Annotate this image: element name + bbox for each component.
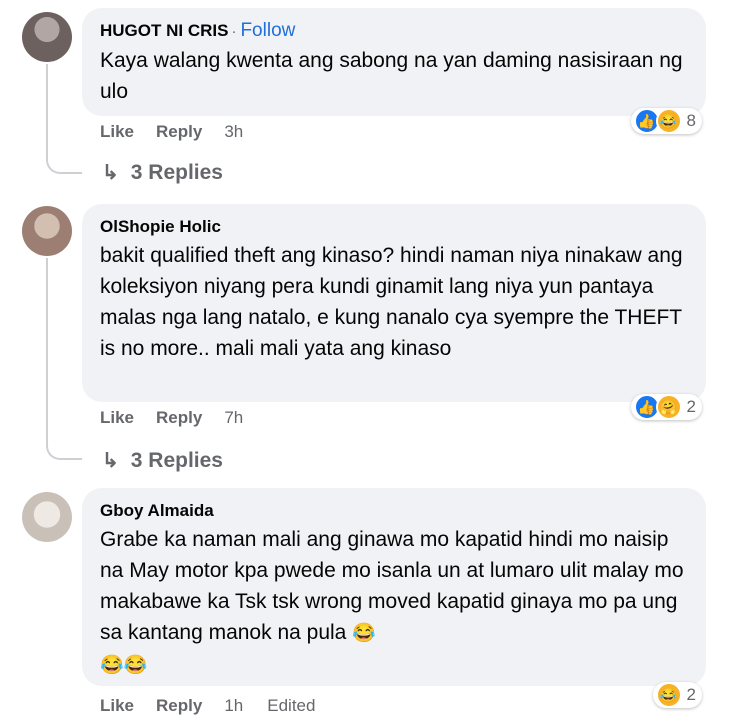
replies-label: 3 Replies: [130, 448, 223, 472]
like-button[interactable]: Like: [100, 408, 134, 428]
comment-author[interactable]: OlShopie Holic: [100, 216, 686, 238]
like-button[interactable]: Like: [100, 696, 134, 716]
like-button[interactable]: Like: [100, 122, 134, 142]
comment-bubble: Gboy Almaida Grabe ka naman mali ang gin…: [82, 488, 706, 686]
comment-actions: Like Reply 1h Edited: [100, 696, 339, 716]
comment-text: bakit qualified theft ang kinaso? hindi …: [100, 244, 683, 360]
avatar[interactable]: [22, 492, 72, 542]
comment-author[interactable]: HUGOT NI CRIS: [100, 21, 228, 40]
reaction-summary[interactable]: 😂 2: [652, 682, 702, 708]
replies-label: 3 Replies: [130, 160, 223, 184]
avatar[interactable]: [22, 12, 72, 62]
comment-text: Kaya walang kwenta ang sabong na yan dam…: [100, 49, 683, 103]
edited-label[interactable]: Edited: [267, 696, 315, 716]
comment-actions: Like Reply 3h: [100, 122, 267, 142]
reply-button[interactable]: Reply: [156, 408, 202, 428]
thread-line: [46, 258, 48, 444]
comment-author[interactable]: Gboy Almaida: [100, 500, 686, 522]
reaction-count: 8: [686, 111, 696, 130]
reaction-count: 2: [686, 685, 696, 704]
laughing-emoji-icon: 😂: [352, 623, 376, 644]
laughing-emoji-icon: 😂😂: [100, 655, 148, 676]
view-replies-button[interactable]: ↳ 3 Replies: [102, 448, 223, 473]
avatar[interactable]: [22, 206, 72, 256]
reply-button[interactable]: Reply: [156, 122, 202, 142]
comment-actions: Like Reply 7h: [100, 408, 267, 428]
timestamp[interactable]: 1h: [224, 696, 243, 716]
timestamp[interactable]: 3h: [224, 122, 243, 142]
thread-curve: [46, 442, 82, 460]
haha-reaction-icon: 😂: [655, 682, 682, 708]
comment-bubble: OlShopie Holic bakit qualified theft ang…: [82, 204, 706, 402]
care-reaction-icon: 🤗: [655, 394, 682, 420]
view-replies-button[interactable]: ↳ 3 Replies: [102, 160, 223, 185]
separator: ·: [231, 23, 237, 40]
comment-text: Grabe ka naman mali ang ginawa mo kapati…: [100, 524, 686, 681]
reply-arrow-icon: ↳: [102, 162, 119, 184]
follow-button[interactable]: Follow: [240, 20, 295, 41]
haha-reaction-icon: 😂: [655, 108, 682, 134]
reaction-summary[interactable]: 👍 🤗 2: [630, 394, 702, 420]
reaction-summary[interactable]: 👍 😂 8: [630, 108, 702, 134]
timestamp[interactable]: 7h: [224, 408, 243, 428]
thread-curve: [46, 156, 82, 174]
reply-button[interactable]: Reply: [156, 696, 202, 716]
thread-line: [46, 64, 48, 158]
comment-bubble: HUGOT NI CRIS · Follow Kaya walang kwenta …: [82, 8, 706, 116]
reaction-count: 2: [686, 397, 696, 416]
comment-text-body: Grabe ka naman mali ang ginawa mo kapati…: [100, 528, 684, 644]
reply-arrow-icon: ↳: [102, 450, 119, 472]
